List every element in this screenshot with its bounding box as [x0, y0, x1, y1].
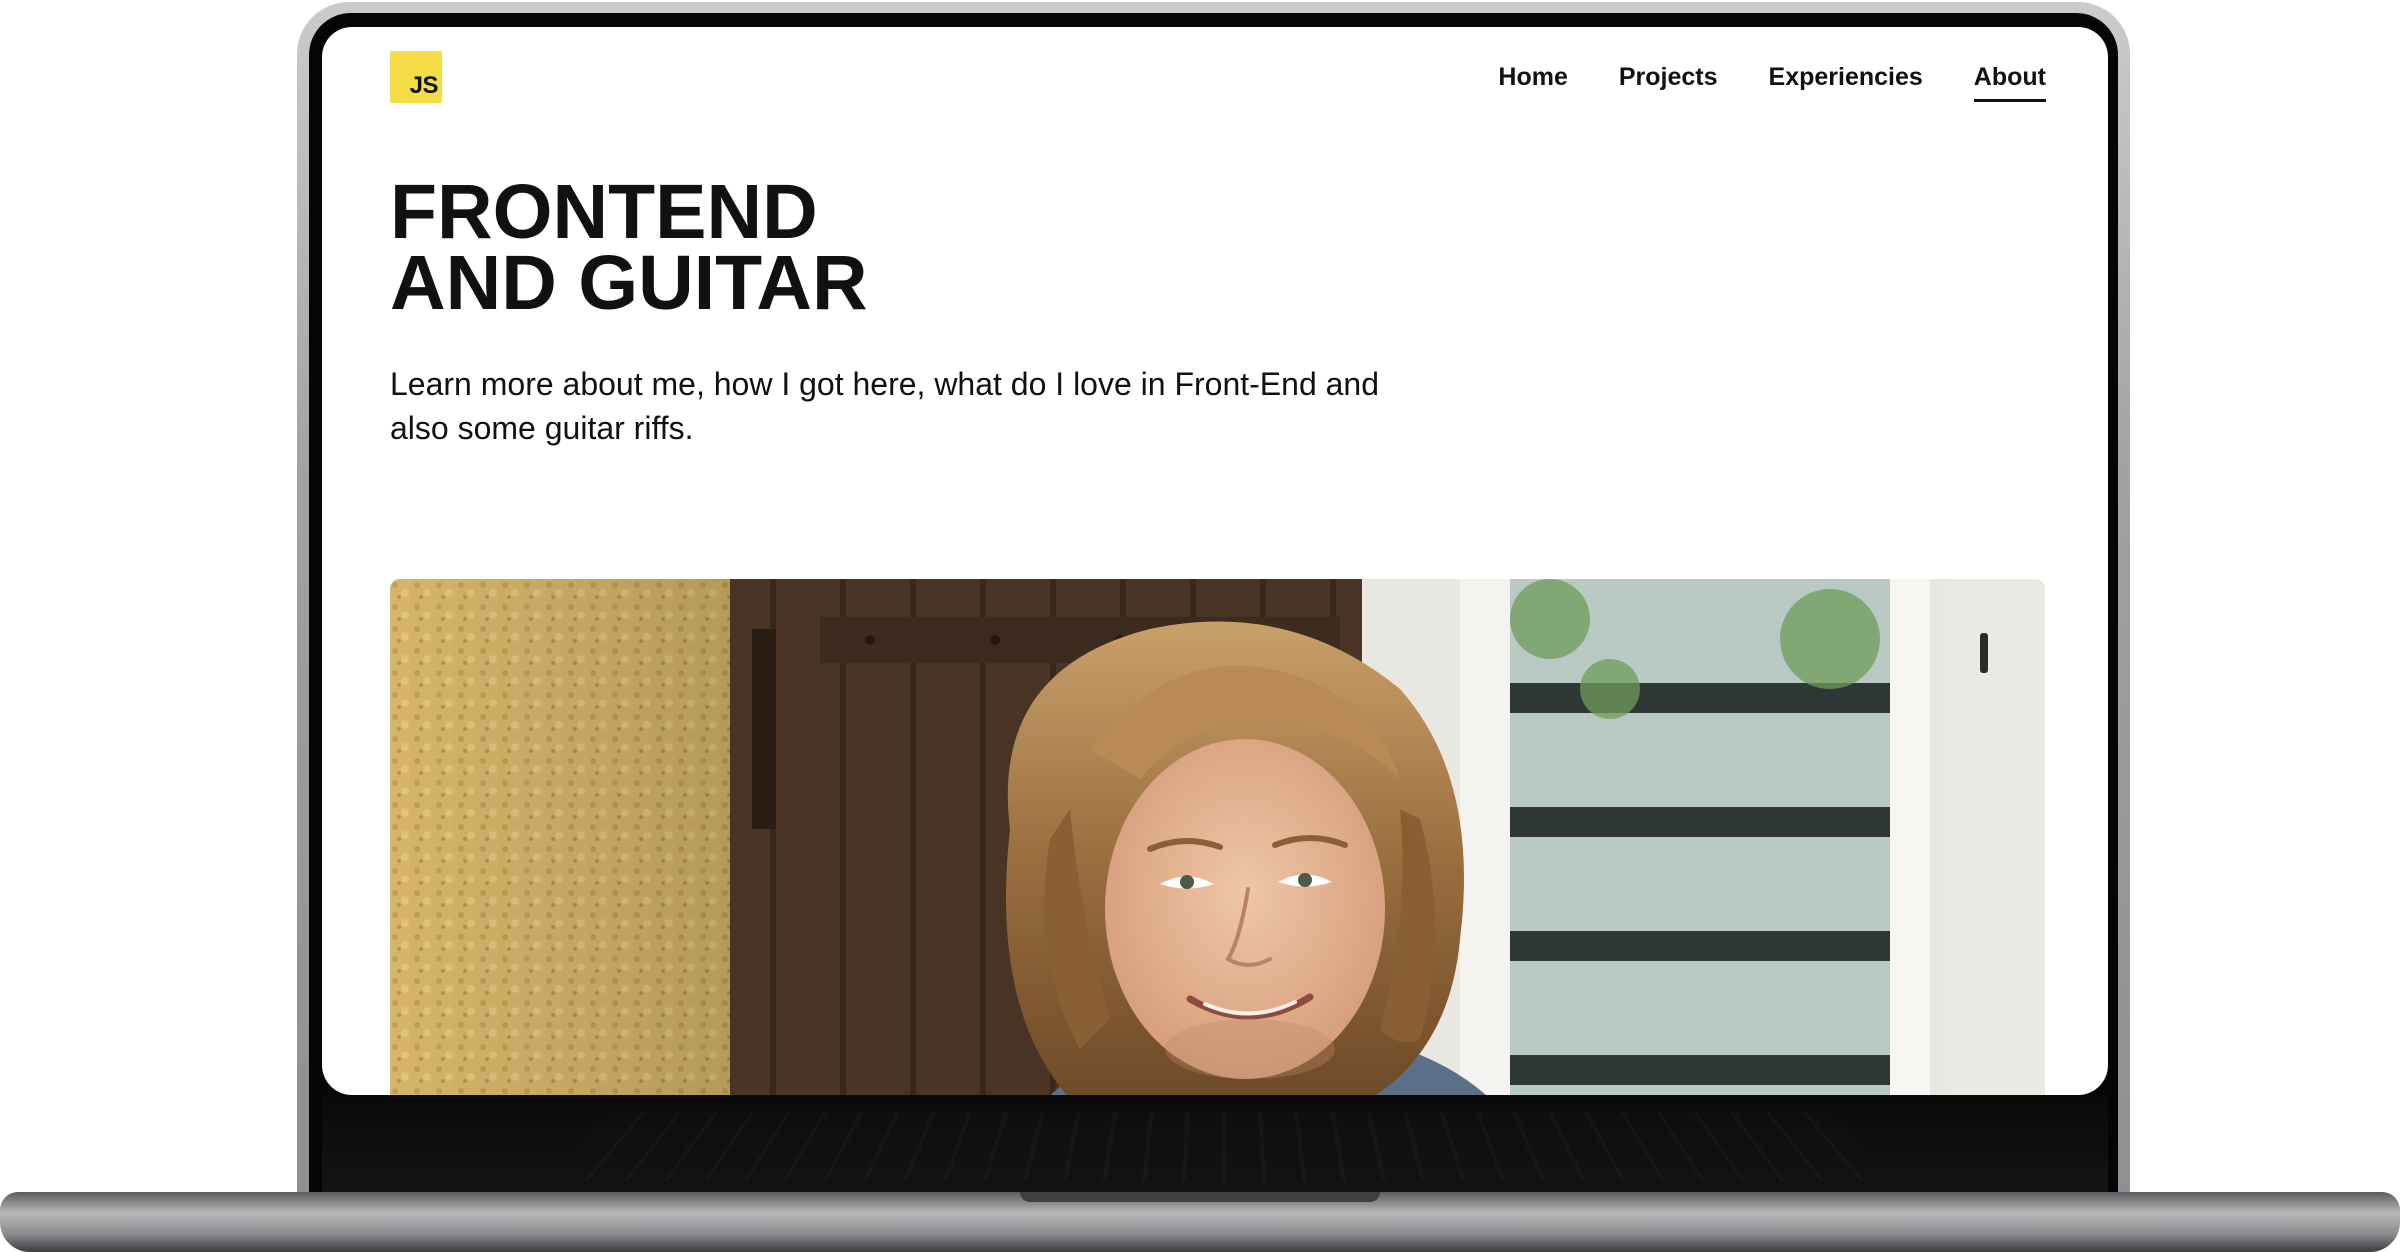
- js-logo[interactable]: JS: [390, 51, 442, 103]
- laptop-notch: [1020, 1192, 1380, 1202]
- hero-title-line-2: AND GUITAR: [390, 239, 868, 326]
- nav-projects[interactable]: Projects: [1619, 59, 1718, 102]
- logo-text: JS: [409, 72, 439, 99]
- profile-photo: [390, 579, 2045, 1095]
- laptop-mockup: JS Home Projects Experiencies About FRON…: [0, 0, 2400, 1252]
- hero-title-line-1: FRONTEND: [390, 169, 818, 255]
- profile-photo-image: [390, 579, 2045, 1095]
- nav-home[interactable]: Home: [1498, 59, 1567, 102]
- keyboard-reflection: [547, 1112, 1893, 1182]
- nav-experiencies[interactable]: Experiencies: [1769, 59, 1923, 102]
- website: JS Home Projects Experiencies About FRON…: [322, 27, 2108, 1095]
- hero-title: FRONTEND AND GUITAR: [390, 169, 868, 326]
- nav-about[interactable]: About: [1973, 59, 2046, 102]
- main-nav: Home Projects Experiencies About: [1498, 59, 2046, 102]
- laptop-screen: JS Home Projects Experiencies About FRON…: [322, 27, 2108, 1095]
- hero-description: Learn more about me, how I got here, wha…: [390, 366, 1380, 446]
